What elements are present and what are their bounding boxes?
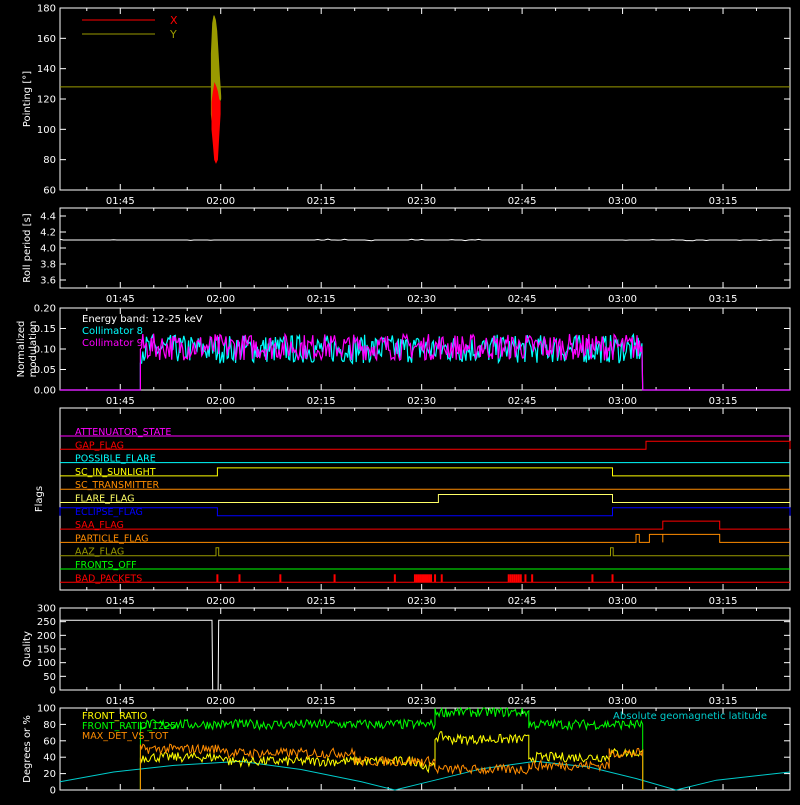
qlook-plot-stack: 60 80 100 120 140 160 180 01:45 02:00 02:15 02:30 0…	[0, 0, 800, 800]
quality-ytick-label: 150	[37, 645, 56, 656]
quality-panel: 0 50 100 150 200 250 300 01:45 02:00 02:15 02:30 02…	[22, 604, 791, 707]
pointing-xtick-label: 02:30	[407, 196, 436, 207]
quality-xtick-label: 03:15	[709, 696, 738, 707]
pointing-xtick-label: 02:15	[307, 196, 336, 207]
roll-ytick-label: 4.2	[40, 228, 56, 239]
quality-ytick-label: 50	[43, 672, 56, 683]
flag-line-gap-flag	[60, 440, 791, 450]
roll-ytick-label: 3.8	[40, 260, 56, 271]
flag-label-eclipse-flag: ECLIPSE_FLAG	[75, 507, 143, 518]
pointing-ytick-label: 140	[37, 64, 56, 75]
modulation-ytick-label: 0.20	[34, 304, 56, 315]
modulation-ylabel-line1: Normalized	[16, 321, 27, 378]
modulation-panel: 0.000.050.100.150.2001:45 02:00 02:15 02:30…	[16, 304, 791, 407]
pointing-xtick-label: 01:45	[106, 196, 135, 207]
quality-xtick-label: 02:00	[206, 696, 235, 707]
pointing-ytick-label: 100	[37, 125, 56, 136]
quality-xtick-label: 03:00	[608, 696, 637, 707]
flags-xtick-label: 02:15	[307, 596, 336, 607]
pointing-xtick-label: 03:00	[608, 196, 637, 207]
pointing-ytick-label: 120	[37, 95, 56, 106]
quality-xtick-label: 02:30	[407, 696, 436, 707]
pointing-xtick-label: 02:00	[206, 196, 235, 207]
modulation-ytick-label: 0.00	[34, 386, 56, 397]
roll-xtick-label: 03:15	[709, 294, 738, 305]
roll-xtick-label: 01:45	[106, 294, 135, 305]
pointing-ytick-label: 80	[43, 155, 56, 166]
modulation-series-collimator-8	[60, 332, 790, 391]
roll-xtick-label: 02:00	[206, 294, 235, 305]
modulation-ylabel-line2: modulation	[28, 321, 39, 378]
ratios-series-front-ratio	[139, 731, 644, 790]
pointing-ytick-label: 160	[37, 34, 56, 45]
pointing-legend-label: Y	[169, 28, 177, 41]
ratios-legend-geomagnetic-latitude: Absolute geomagnetic latitude	[613, 711, 767, 722]
pointing-ytick-label: 180	[37, 4, 56, 15]
ratios-series-max-det-vs-tot	[139, 743, 644, 790]
modulation-xtick-label: 03:00	[608, 396, 637, 407]
pointing-legend-label: X	[170, 14, 178, 27]
flag-line-aaz-flag	[60, 547, 790, 557]
quality-xtick-label: 02:15	[307, 696, 336, 707]
ratios-panel: 020406080100Degrees or % FRONT_RATIOFRONT…	[22, 704, 791, 797]
ratios-ylabel: Degrees or %	[22, 715, 33, 783]
pointing-xtick-label: 03:15	[709, 196, 738, 207]
ratios-ytick-label: 60	[43, 736, 56, 747]
flags-xtick-label: 02:45	[508, 596, 537, 607]
modulation-xtick-label: 03:15	[709, 396, 738, 407]
modulation-xtick-label: 01:45	[106, 396, 135, 407]
ratios-ytick-label: 40	[43, 753, 56, 764]
flag-line-sc-in-sunlight	[60, 467, 790, 477]
modulation-xtick-label: 02:45	[508, 396, 537, 407]
modulation-legend-collimator-8: Collimator 8	[82, 326, 143, 337]
flags-ylabel: Flags	[34, 486, 45, 512]
ratios-ytick-label: 100	[37, 704, 56, 715]
quality-ytick-label: 0	[50, 686, 56, 697]
roll-ytick-label: 4.4	[40, 212, 56, 223]
quality-xtick-label: 01:45	[106, 696, 135, 707]
pointing-panel: 60 80 100 120 140 160 180 01:45 02:00 02:15 02:30 0…	[22, 4, 791, 207]
modulation-legend-collimator-9: Collimator 9	[82, 338, 143, 349]
roll-ytick-label: 3.6	[40, 276, 56, 287]
quality-ytick-label: 200	[37, 631, 56, 642]
flags-panel: 01:45 02:00 02:15 02:30 02:45 03:00 03:15 Flags…	[34, 407, 791, 607]
flags-xtick-label: 01:45	[106, 596, 135, 607]
quality-ytick-label: 250	[37, 617, 56, 628]
roll-xtick-label: 03:00	[608, 294, 637, 305]
flag-line-eclipse-flag	[59, 507, 791, 517]
pointing-xtick-label: 02:45	[508, 196, 537, 207]
flags-xtick-label: 03:00	[608, 596, 637, 607]
ratios-ytick-label: 20	[43, 769, 56, 780]
modulation-xtick-label: 02:00	[206, 396, 235, 407]
flags-xtick-label: 03:15	[709, 596, 738, 607]
ratios-ytick-label: 80	[43, 720, 56, 731]
quality-ytick-label: 300	[37, 604, 56, 615]
modulation-xtick-label: 02:15	[307, 396, 336, 407]
modulation-series-collimator-9	[60, 332, 790, 391]
roll-period-panel: 3.6 3.8 4.0 4.2 4.4 01:45 02:00 02:15 02:30 02:45…	[22, 207, 791, 305]
pointing-ytick-label: 60	[43, 186, 56, 197]
quality-ylabel: Quality	[22, 631, 33, 667]
roll-xtick-label: 02:30	[407, 294, 436, 305]
flags-xtick-label: 02:30	[407, 596, 436, 607]
flag-line-saa-flag	[60, 520, 790, 530]
ratios-legend-max-det-vs-tot: MAX_DET_VS_TOT	[82, 731, 168, 742]
roll-ytick-label: 4.0	[40, 244, 56, 255]
roll-period-line	[59, 238, 791, 242]
quality-xtick-label: 02:45	[508, 696, 537, 707]
modulation-xtick-label: 02:30	[407, 396, 436, 407]
flag-line-particle-flag	[60, 533, 790, 543]
roll-xtick-label: 02:45	[508, 294, 537, 305]
roll-frame	[59, 207, 791, 289]
flag-line-flare-flag	[60, 494, 790, 503]
flags-xtick-label: 02:00	[206, 596, 235, 607]
pointing-ylabel: Pointing [°]	[22, 71, 33, 127]
ratios-ytick-label: 0	[50, 786, 56, 797]
roll-ylabel: Roll period [s]	[22, 213, 33, 282]
quality-ytick-label: 100	[37, 658, 56, 669]
quality-line	[60, 619, 790, 691]
lightcurve-figure: 608010012014016018001:45 02:00 02:15 02:30 0…	[16, 4, 791, 797]
modulation-energy-band-label: Energy band: 12-25 keV	[82, 314, 203, 325]
roll-xtick-label: 02:15	[307, 294, 336, 305]
